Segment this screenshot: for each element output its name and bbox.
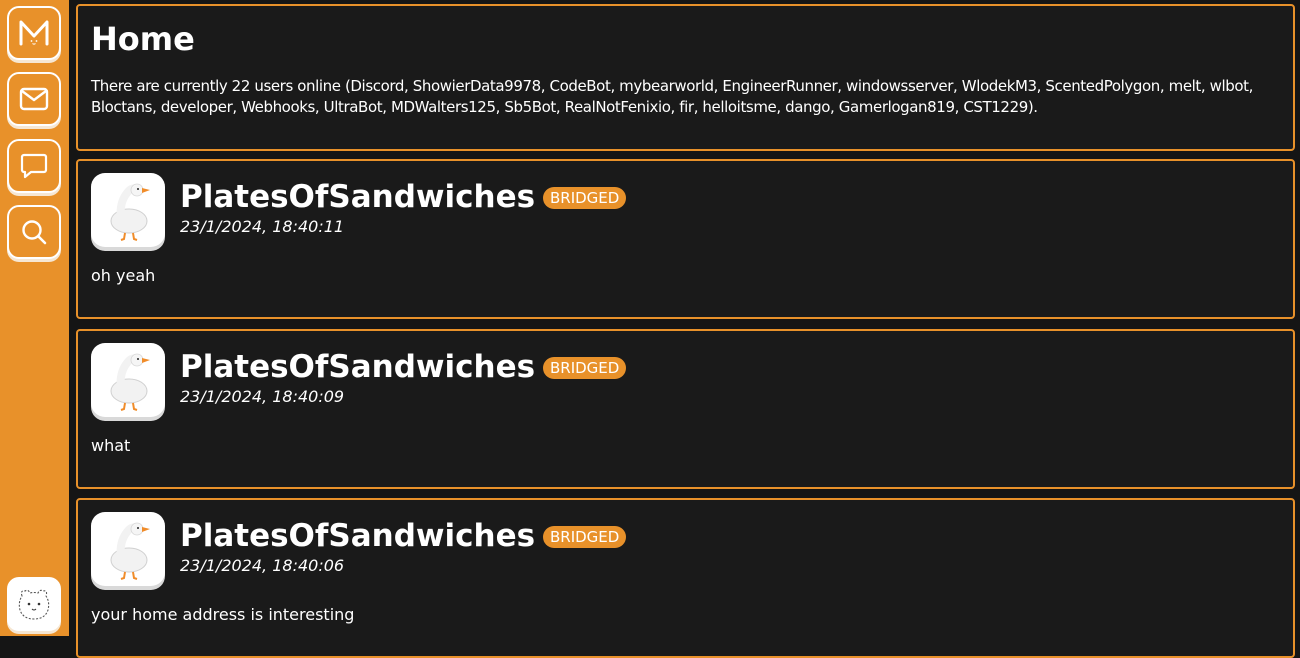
post: PlatesOfSandwiches BRIDGED 23/1/2024, 18…	[76, 329, 1295, 489]
post-username[interactable]: PlatesOfSandwiches	[180, 179, 535, 215]
post-avatar[interactable]	[91, 173, 165, 247]
mail-icon	[19, 87, 49, 111]
bridged-badge: BRIDGED	[543, 526, 627, 548]
post-content: your home address is interesting	[91, 605, 355, 624]
inbox-button[interactable]	[7, 72, 61, 126]
goose-icon	[110, 353, 150, 411]
profile-button[interactable]	[7, 577, 61, 631]
home-logo-button[interactable]	[7, 6, 61, 60]
goose-icon	[110, 183, 150, 241]
avatar	[18, 589, 50, 620]
search-button[interactable]	[7, 205, 61, 259]
home-header-card: Home There are currently 22 users online…	[76, 4, 1295, 151]
post-timestamp: 23/1/2024, 18:40:06	[180, 556, 345, 575]
post: PlatesOfSandwiches BRIDGED 23/1/2024, 18…	[76, 498, 1295, 658]
chats-button[interactable]	[7, 139, 61, 193]
post-username[interactable]: PlatesOfSandwiches	[180, 349, 535, 385]
post: PlatesOfSandwiches BRIDGED 23/1/2024, 18…	[76, 159, 1295, 319]
post-username[interactable]: PlatesOfSandwiches	[180, 518, 535, 554]
post-avatar[interactable]	[91, 343, 165, 417]
search-icon	[22, 220, 47, 245]
goose-icon	[110, 522, 150, 580]
post-content: what	[91, 436, 131, 455]
page-title: Home	[91, 20, 195, 58]
sidebar	[0, 0, 69, 636]
bridged-badge: BRIDGED	[543, 187, 627, 209]
post-timestamp: 23/1/2024, 18:40:09	[180, 387, 345, 406]
post-avatar[interactable]	[91, 512, 165, 586]
meower-logo-icon	[19, 20, 49, 46]
bridged-badge: BRIDGED	[543, 357, 627, 379]
chat-icon	[20, 153, 48, 179]
post-content: oh yeah	[91, 266, 156, 285]
post-timestamp: 23/1/2024, 18:40:11	[180, 217, 345, 236]
online-users-text: There are currently 22 users online (Dis…	[91, 77, 1254, 116]
